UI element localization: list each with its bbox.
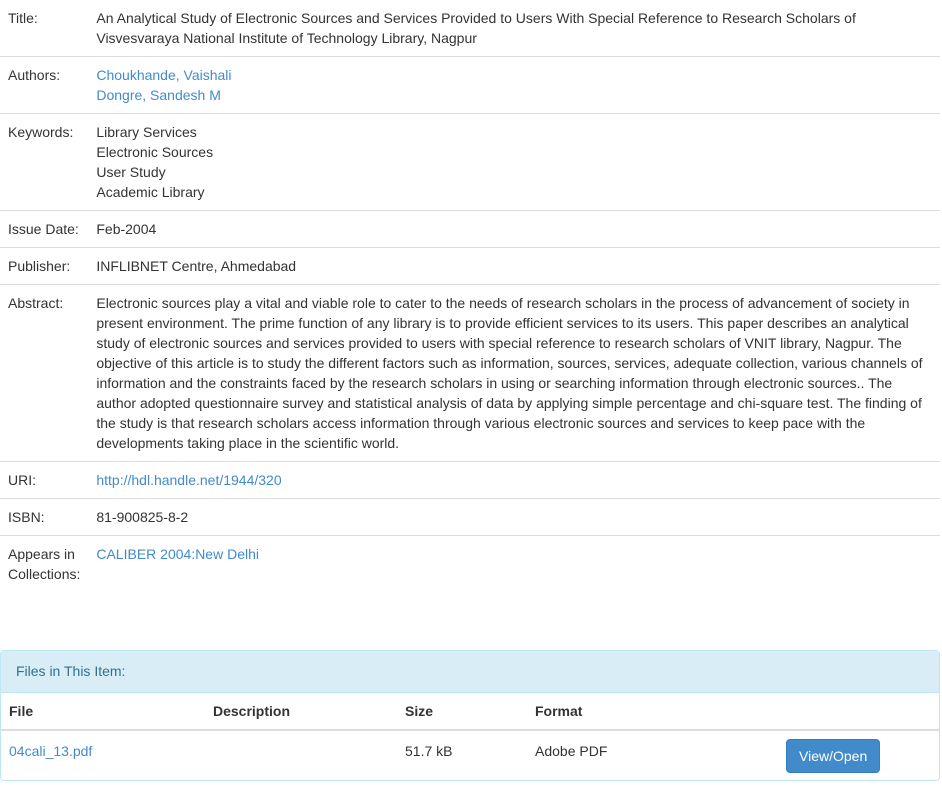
file-description: [205, 729, 397, 781]
issue-date-label: Issue Date:: [0, 210, 89, 248]
table-row: 04cali_13.pdf 51.7 kB Adobe PDF View/Ope…: [1, 729, 939, 781]
files-table-header: File Description Size Format: [1, 693, 939, 731]
abstract: Electronic sources play a vital and viab…: [88, 284, 940, 462]
keywords-row: Keywords: Library Services Electronic So…: [0, 113, 940, 211]
column-header-format: Format: [527, 693, 769, 731]
keyword: User Study: [96, 164, 166, 180]
publisher-label: Publisher:: [0, 247, 89, 285]
authors-row: Authors: Choukhande, Vaishali Dongre, Sa…: [0, 56, 940, 114]
abstract-label: Abstract:: [0, 284, 89, 462]
title-row: Title: An Analytical Study of Electronic…: [0, 0, 940, 57]
item-metadata-table: Title: An Analytical Study of Electronic…: [0, 0, 940, 592]
file-link[interactable]: 04cali_13.pdf: [9, 743, 92, 759]
publisher-row: Publisher: INFLIBNET Centre, Ahmedabad: [0, 247, 940, 285]
files-panel-heading: Files in This Item:: [1, 651, 939, 693]
isbn-row: ISBN: 81-900825-8-2: [0, 498, 940, 536]
keyword: Academic Library: [96, 184, 205, 200]
column-header-action: [769, 693, 939, 731]
view-open-button[interactable]: View/Open: [786, 739, 881, 773]
collections-label: Appears in Collections:: [8, 546, 81, 582]
keyword: Electronic Sources: [96, 144, 214, 160]
isbn: 81-900825-8-2: [88, 498, 940, 536]
issue-date-row: Issue Date: Feb-2004: [0, 210, 940, 248]
issue-date: Feb-2004: [88, 210, 940, 248]
isbn-label: ISBN:: [0, 498, 89, 536]
item-title: An Analytical Study of Electronic Source…: [88, 0, 940, 57]
column-header-size: Size: [397, 693, 527, 731]
abstract-row: Abstract: Electronic sources play a vita…: [0, 284, 940, 462]
author-link[interactable]: Dongre, Sandesh M: [96, 87, 221, 103]
publisher: INFLIBNET Centre, Ahmedabad: [88, 247, 940, 285]
column-header-file: File: [1, 693, 205, 731]
file-size: 51.7 kB: [397, 729, 527, 781]
uri-label: URI:: [0, 461, 89, 499]
author-link[interactable]: Choukhande, Vaishali: [96, 67, 231, 83]
files-table: File Description Size Format 04cali_13.p…: [1, 693, 939, 781]
column-header-description: Description: [205, 693, 397, 731]
files-panel: Files in This Item: File Description Siz…: [0, 650, 940, 781]
file-format: Adobe PDF: [527, 729, 769, 781]
keyword: Library Services: [96, 124, 197, 140]
keywords-label: Keywords:: [0, 113, 89, 211]
collection-link[interactable]: CALIBER 2004:New Delhi: [96, 546, 259, 562]
uri-row: URI: http://hdl.handle.net/1944/320: [0, 461, 940, 499]
title-label: Title:: [0, 0, 89, 57]
uri-link[interactable]: http://hdl.handle.net/1944/320: [96, 472, 281, 488]
collections-row: Appears in Collections: CALIBER 2004:New…: [0, 536, 940, 593]
authors-label: Authors:: [0, 56, 89, 114]
